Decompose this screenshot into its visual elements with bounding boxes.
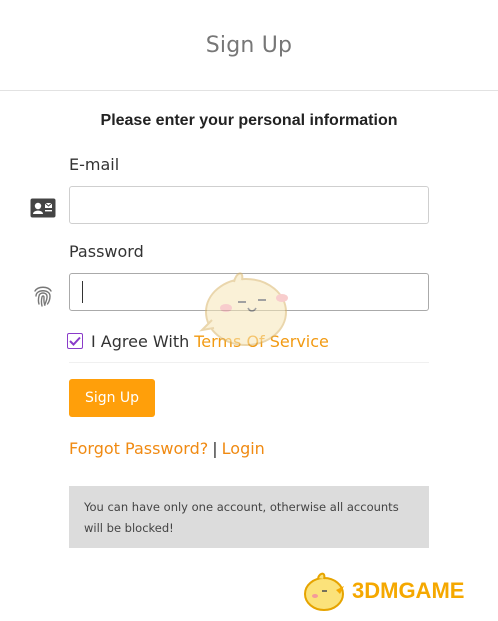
chick-mascot-icon: [196, 268, 300, 356]
link-separator: |: [212, 439, 218, 458]
form-subtitle: Please enter your personal information: [100, 112, 398, 129]
agree-label: I Agree With: [91, 331, 190, 351]
fingerprint-icon: [32, 284, 54, 312]
account-notice: You can have only one account, otherwise…: [69, 486, 429, 548]
text-cursor: [82, 281, 83, 303]
contact-card-icon: [30, 198, 56, 222]
divider: [69, 362, 429, 363]
auth-links: Forgot Password? | Login: [69, 439, 265, 458]
sign-up-button[interactable]: Sign Up: [69, 379, 155, 417]
page-header: Sign Up: [0, 0, 498, 91]
chick-logo-icon: [304, 572, 344, 611]
email-field[interactable]: [69, 186, 429, 224]
watermark-text: 3DMGAME: [352, 578, 465, 603]
checkmark-icon: [69, 336, 81, 346]
password-label: Password: [69, 242, 144, 261]
page-title: Sign Up: [205, 32, 293, 58]
agree-checkbox[interactable]: [67, 333, 83, 349]
login-link[interactable]: Login: [222, 439, 265, 458]
watermark: 3DMGAME: [300, 570, 464, 612]
email-label: E-mail: [69, 155, 120, 174]
forgot-password-link[interactable]: Forgot Password?: [69, 439, 208, 458]
